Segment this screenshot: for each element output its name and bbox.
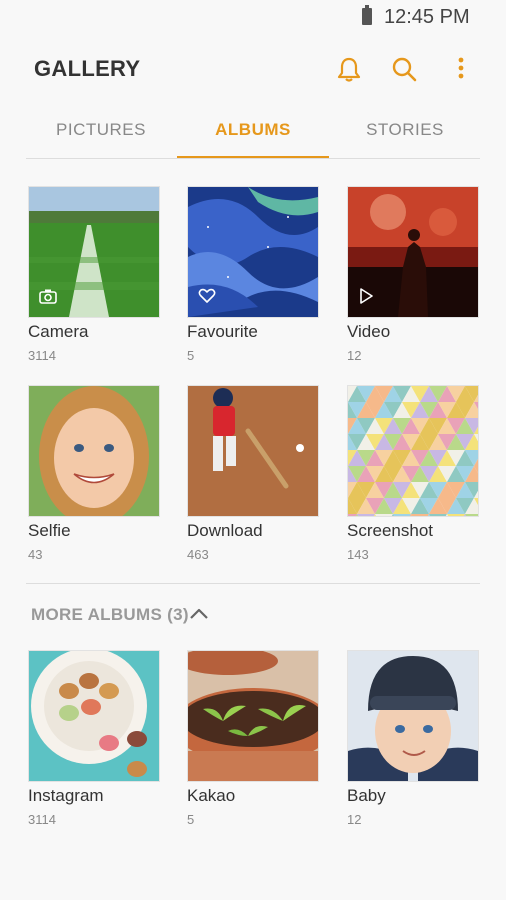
- album-count: 3114: [28, 348, 56, 363]
- album-thumbnail: [347, 650, 479, 782]
- album-count: 12: [347, 812, 362, 827]
- more-albums-label: MORE ALBUMS (3): [31, 605, 189, 624]
- bell-icon[interactable]: [334, 54, 364, 84]
- album-thumbnail: [28, 650, 160, 782]
- app-title: GALLERY: [34, 56, 141, 81]
- album-count: 43: [28, 547, 43, 562]
- album-thumbnail: [347, 186, 479, 318]
- status-bar: 12:45 PM: [0, 0, 506, 34]
- album-name: Screenshot: [347, 521, 433, 540]
- album-name: Download: [187, 521, 263, 540]
- battery-icon: [362, 5, 372, 25]
- tab-stories[interactable]: STORIES: [330, 104, 480, 156]
- play-icon: [358, 288, 374, 309]
- more-vertical-icon[interactable]: [446, 54, 476, 84]
- search-icon[interactable]: [389, 54, 419, 84]
- album-count: 5: [187, 812, 195, 827]
- album-name: Camera: [28, 322, 89, 341]
- album-name: Baby: [347, 786, 386, 805]
- album-thumbnail: [347, 385, 479, 517]
- album-count: 5: [187, 348, 195, 363]
- tab-albums[interactable]: ALBUMS: [177, 104, 329, 158]
- album-thumbnail: [28, 385, 160, 517]
- album-count: 3114: [28, 812, 56, 827]
- section-divider: [26, 583, 480, 584]
- album-name: Favourite: [187, 322, 258, 341]
- status-time: 12:45 PM: [384, 6, 470, 28]
- album-count: 463: [187, 547, 209, 562]
- heart-icon: [198, 288, 216, 309]
- album-count: 143: [347, 547, 369, 562]
- album-thumbnail: [187, 385, 319, 517]
- tab-bar: PICTURES ALBUMS STORIES: [26, 104, 480, 159]
- app-header: GALLERY: [0, 44, 506, 94]
- chevron-up-icon: [189, 607, 209, 626]
- album-name: Video: [347, 322, 391, 341]
- more-albums-toggle[interactable]: MORE ALBUMS (3): [31, 605, 208, 629]
- album-name: Kakao: [187, 786, 236, 805]
- album-thumbnail: [187, 186, 319, 318]
- album-thumbnail: [187, 650, 319, 782]
- camera-icon: [39, 288, 57, 309]
- tab-pictures[interactable]: PICTURES: [26, 104, 176, 156]
- album-count: 12: [347, 348, 362, 363]
- album-name: Instagram: [28, 786, 104, 805]
- album-thumbnail: [28, 186, 160, 318]
- album-name: Selfie: [28, 521, 71, 540]
